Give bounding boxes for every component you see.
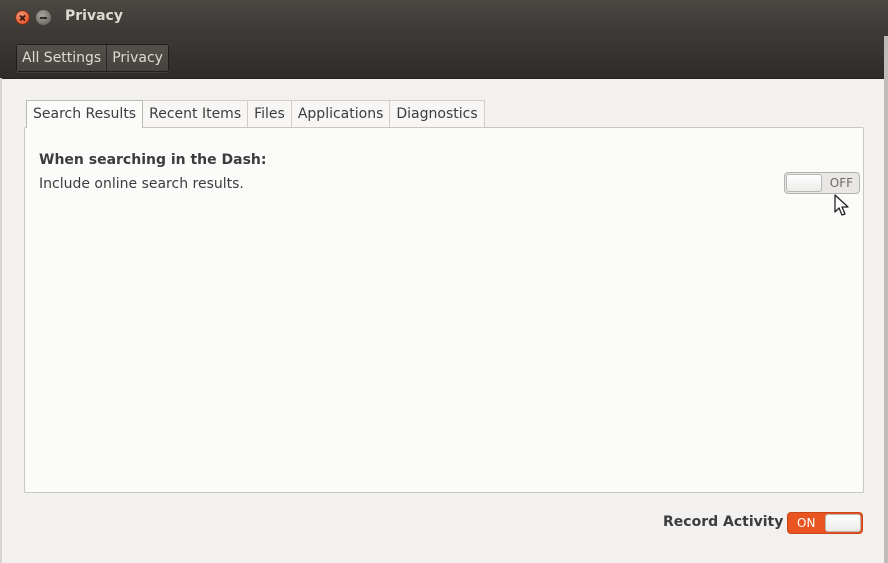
title-bar[interactable]: Privacy (0, 0, 888, 36)
close-icon[interactable] (15, 10, 30, 25)
tab-files[interactable]: Files (247, 100, 292, 127)
tab-search-results[interactable]: Search Results (26, 100, 144, 128)
toggle-knob (825, 514, 861, 532)
window-border (884, 36, 888, 563)
minimize-icon[interactable] (36, 10, 51, 25)
toggle-knob (786, 174, 822, 192)
window-title: Privacy (65, 8, 123, 24)
breadcrumb-all-settings[interactable]: All Settings (17, 45, 107, 71)
tab-recent-items[interactable]: Recent Items (142, 100, 249, 127)
tab-applications[interactable]: Applications (290, 100, 391, 127)
breadcrumb: All Settings Privacy (16, 44, 169, 72)
online-results-toggle[interactable]: OFF (784, 172, 860, 194)
section-heading: When searching in the Dash: (39, 152, 267, 168)
window-border (0, 78, 2, 563)
breadcrumb-privacy[interactable]: Privacy (106, 45, 168, 71)
mouse-cursor-icon (834, 194, 849, 216)
online-results-label: Include online search results. (39, 176, 244, 192)
toggle-state-label: ON (797, 516, 816, 530)
tab-bar: Search Results Recent Items Files Applic… (26, 100, 485, 128)
search-results-panel: When searching in the Dash: Include onli… (24, 127, 864, 493)
tab-diagnostics[interactable]: Diagnostics (389, 100, 485, 127)
privacy-window: Privacy All Settings Privacy Search Resu… (0, 0, 888, 563)
toolbar: All Settings Privacy (0, 36, 888, 79)
record-activity-toggle[interactable]: ON (787, 512, 863, 534)
record-activity-label: Record Activity (663, 514, 784, 530)
toggle-state-label: OFF (829, 176, 853, 190)
